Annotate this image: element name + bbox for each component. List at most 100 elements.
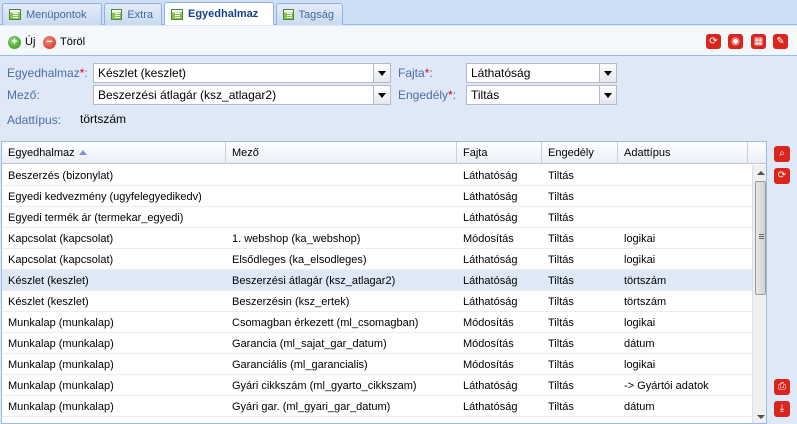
delete-button-label: Töröl: [60, 36, 86, 48]
cell-adattipus: -> Gyártói adatok: [624, 380, 709, 392]
edit-button[interactable]: ✎: [773, 34, 788, 49]
tab-extra[interactable]: Extra: [104, 3, 162, 25]
mezo-select[interactable]: Beszerzési átlagár (ksz_atlagar2): [93, 85, 391, 105]
grid-header: Egyedhalmaz Mező Fajta Engedély Adattípu…: [2, 142, 766, 164]
column-header-mezo[interactable]: Mező: [226, 142, 457, 164]
table-icon: ▦: [753, 35, 764, 47]
table-row[interactable]: Munkalap (munkalap) Garancia (ml_sajat_ga…: [2, 333, 752, 354]
tab-label: Tagság: [298, 8, 334, 21]
print-button[interactable]: ⎙: [774, 379, 790, 395]
table-row[interactable]: Egyedi kedvezmény (ugyfelegyedikedv) Láth…: [2, 186, 752, 207]
cell-adattipus: logikai: [624, 317, 656, 329]
cell-fajta: Láthatóság: [463, 401, 518, 413]
egyedhalmaz-label: Egyedhalmaz*:: [7, 66, 88, 80]
cell-egyedhalmaz: Beszerzés (bizonylat): [8, 170, 114, 182]
refresh-button[interactable]: ⟳: [706, 34, 721, 49]
cell-mezo: Csomagban érkezett (ml_csomagban): [232, 317, 419, 329]
table-row[interactable]: Munkalap (munkalap) Garanciális (ml_garan…: [2, 354, 752, 375]
table-row[interactable]: Egyedi termék ár (termekar_egyedi) Láthat…: [2, 207, 752, 228]
globe-button[interactable]: ◉: [728, 34, 743, 49]
tab-tagsag[interactable]: Tagság: [276, 3, 343, 25]
cell-mezo: Garanciális (ml_garancialis): [232, 359, 368, 371]
engedely-label-text: Engedély: [398, 88, 449, 102]
cell-engedely: Tiltás: [548, 212, 574, 224]
vertical-scrollbar[interactable]: [752, 165, 766, 423]
side-toolbar: ⌕ ⟳ ⎙ ⤓: [768, 141, 797, 424]
fajta-label: Fajta*:: [398, 66, 433, 80]
new-button[interactable]: + Új: [8, 34, 35, 50]
column-header-label: Engedély: [548, 147, 594, 159]
data-grid: Egyedhalmaz Mező Fajta Engedély Adattípu…: [1, 141, 767, 424]
cell-mezo: 1. webshop (ka_webshop): [232, 233, 361, 245]
table-row[interactable]: Kapcsolat (kapcsolat) Elsődleges (ka_elso…: [2, 249, 752, 270]
fajta-select[interactable]: Láthatóság: [466, 63, 617, 83]
column-header-adattipus[interactable]: Adattípus: [618, 142, 748, 164]
scrollbar-thumb[interactable]: [755, 181, 766, 295]
table-row[interactable]: Munkalap (munkalap) Gyári gar. (ml_gyari_…: [2, 396, 752, 417]
engedely-value: Tiltás: [471, 88, 500, 102]
cell-mezo: Beszerzési átlagár (ksz_atlagar2): [232, 275, 396, 287]
cell-egyedhalmaz: Munkalap (munkalap): [8, 338, 114, 350]
cell-egyedhalmaz: Készlet (keszlet): [8, 296, 89, 308]
cell-fajta: Láthatóság: [463, 254, 518, 266]
scroll-down-icon[interactable]: [753, 409, 766, 423]
table-row[interactable]: Készlet (keszlet) Beszerzési átlagár (ksz…: [2, 270, 752, 291]
column-header-label: Fajta: [463, 147, 488, 159]
tab-label: Egyedhalmaz: [188, 8, 259, 20]
download-icon: ⤓: [779, 403, 785, 414]
cell-adattipus: törtszám: [624, 275, 667, 287]
mezo-label: Mező:: [7, 88, 40, 102]
table-row[interactable]: Készlet (keszlet) Beszerzésin (ksz_ertek)…: [2, 291, 752, 312]
download-button[interactable]: ⤓: [774, 401, 790, 417]
cell-adattipus: logikai: [624, 254, 656, 266]
table-row[interactable]: Beszerzés (bizonylat) Láthatóság Tiltás: [2, 165, 752, 186]
fajta-value: Láthatóság: [471, 66, 531, 80]
plus-circle-icon: +: [8, 35, 21, 49]
table-row[interactable]: Munkalap (munkalap) Csomagban érkezett (m…: [2, 312, 752, 333]
table-row[interactable]: Munkalap (munkalap) Gyári cikkszám (ml_gy…: [2, 375, 752, 396]
column-header-engedely[interactable]: Engedély: [542, 142, 618, 164]
chevron-down-icon[interactable]: [373, 86, 390, 104]
cell-mezo: Beszerzésin (ksz_ertek): [232, 296, 350, 308]
cell-fajta: Módosítás: [463, 338, 514, 350]
new-button-label: Új: [25, 36, 36, 48]
cell-fajta: Láthatóság: [463, 296, 518, 308]
cell-egyedhalmaz: Munkalap (munkalap): [8, 401, 114, 413]
cell-fajta: Láthatóság: [463, 191, 518, 203]
grid-body: Beszerzés (bizonylat) Láthatóság Tiltás Egy…: [2, 165, 752, 417]
cell-mezo: Gyári cikkszám (ml_gyarto_cikkszam): [232, 380, 417, 392]
cell-engedely: Tiltás: [548, 275, 574, 287]
grid-icon: [171, 8, 183, 20]
table-row[interactable]: Kapcsolat (kapcsolat) 1. webshop (ka_webs…: [2, 228, 752, 249]
table-button[interactable]: ▦: [751, 34, 766, 49]
tab-strip: Menüpontok Extra Egyedhalmaz Tagság: [0, 0, 797, 25]
cell-fajta: Módosítás: [463, 233, 514, 245]
refresh-grid-button[interactable]: ⟳: [774, 168, 790, 184]
filter-form: Egyedhalmaz*: Készlet (keszlet) Mező: Be…: [0, 57, 797, 140]
cell-adattipus: logikai: [624, 233, 656, 245]
column-header-egyedhalmaz[interactable]: Egyedhalmaz: [2, 142, 226, 164]
column-header-fajta[interactable]: Fajta: [457, 142, 542, 164]
cell-egyedhalmaz: Munkalap (munkalap): [8, 380, 114, 392]
cell-fajta: Módosítás: [463, 317, 514, 329]
cell-engedely: Tiltás: [548, 359, 574, 371]
scroll-up-icon[interactable]: [753, 165, 766, 180]
sort-ascending-icon: [78, 150, 87, 155]
cell-engedely: Tiltás: [548, 296, 574, 308]
delete-button[interactable]: − Töröl: [43, 34, 85, 50]
cell-egyedhalmaz: Egyedi kedvezmény (ugyfelegyedikedv): [8, 191, 202, 203]
globe-icon: ◉: [731, 35, 740, 47]
search-button[interactable]: ⌕: [774, 146, 790, 162]
cell-engedely: Tiltás: [548, 317, 574, 329]
tab-egyedhalmaz[interactable]: Egyedhalmaz: [164, 2, 274, 25]
column-header-label: Adattípus: [624, 147, 671, 159]
engedely-select[interactable]: Tiltás: [466, 85, 617, 105]
egyedhalmaz-select[interactable]: Készlet (keszlet): [93, 63, 391, 83]
tab-menupontok[interactable]: Menüpontok: [2, 3, 102, 25]
chevron-down-icon[interactable]: [599, 64, 616, 82]
cell-engedely: Tiltás: [548, 191, 574, 203]
chevron-down-icon[interactable]: [599, 86, 616, 104]
cell-fajta: Láthatóság: [463, 212, 518, 224]
cell-adattipus: [618, 186, 748, 207]
chevron-down-icon[interactable]: [373, 64, 390, 82]
